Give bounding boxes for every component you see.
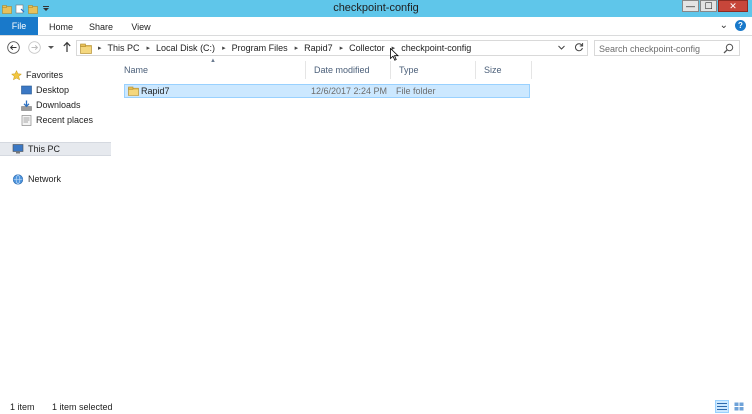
sidebar-item-network[interactable]: Network <box>12 172 123 186</box>
column-header-date-modified[interactable]: Date modified <box>306 61 391 79</box>
breadcrumb-separator[interactable]: ▸ <box>295 44 299 52</box>
forward-arrow-icon <box>27 40 41 54</box>
maximize-button[interactable]: ☐ <box>700 0 717 12</box>
address-bar-controls <box>557 42 584 52</box>
tab-share[interactable]: Share <box>84 19 118 35</box>
column-header-label: Name <box>124 65 149 75</box>
file-type: File folder <box>396 86 436 96</box>
breadcrumb-checkpoint-config[interactable]: checkpoint-config <box>401 43 471 53</box>
sidebar-item-label: Desktop <box>36 85 70 95</box>
view-switcher <box>715 400 746 413</box>
file-list: Name ▲ Date modified Type Size Rapid7 12… <box>116 58 752 400</box>
search-icon[interactable] <box>723 43 734 54</box>
close-button[interactable]: ✕ <box>718 0 748 12</box>
breadcrumb-program-files[interactable]: Program Files <box>232 43 288 53</box>
breadcrumb-this-pc[interactable]: This PC <box>108 43 140 53</box>
breadcrumb-local-disk[interactable]: Local Disk (C:) <box>156 43 215 53</box>
breadcrumb-rapid7[interactable]: Rapid7 <box>304 43 333 53</box>
details-view-button[interactable] <box>715 400 729 413</box>
item-count: 1 item <box>10 402 35 412</box>
sidebar-item-recent-places[interactable]: Recent places <box>20 113 131 127</box>
folder-icon <box>128 86 139 96</box>
details-view-icon <box>717 403 727 410</box>
title-bar: checkpoint-config — ☐ ✕ <box>0 0 752 17</box>
forward-button[interactable] <box>27 40 41 54</box>
column-header-label: Date modified <box>314 65 370 75</box>
up-arrow-icon <box>63 41 71 52</box>
ribbon: File Home Share View ⌄ ? <box>0 17 752 36</box>
breadcrumb-separator[interactable]: ▸ <box>340 44 344 52</box>
window-title: checkpoint-config <box>333 2 419 14</box>
breadcrumb-separator[interactable]: ▸ <box>222 44 226 52</box>
star-icon <box>10 69 22 81</box>
window-controls: — ☐ ✕ <box>682 0 748 13</box>
sidebar-item-desktop[interactable]: Desktop <box>20 83 131 97</box>
sidebar-item-this-pc[interactable]: This PC <box>0 142 111 156</box>
back-arrow-icon <box>6 40 20 54</box>
column-header-label: Type <box>399 65 419 75</box>
breadcrumb-separator[interactable]: ▸ <box>98 44 102 52</box>
sidebar-item-label: Recent places <box>36 115 94 125</box>
column-header-type[interactable]: Type <box>391 61 476 79</box>
search-box[interactable] <box>594 40 740 56</box>
refresh-icon[interactable] <box>574 42 584 52</box>
downloads-icon <box>20 99 32 111</box>
sidebar-item-label: Network <box>28 174 62 184</box>
large-icons-view-button[interactable] <box>732 400 746 413</box>
large-icons-view-icon <box>734 402 744 411</box>
sort-ascending-icon: ▲ <box>210 58 216 64</box>
folder-icon <box>80 43 92 54</box>
breadcrumb-separator[interactable]: ▸ <box>147 44 151 52</box>
ribbon-right-controls: ⌄ ? <box>720 20 746 31</box>
breadcrumb-collector[interactable]: Collector <box>349 43 385 53</box>
address-bar[interactable]: ▸ This PC ▸ Local Disk (C:) ▸ Program Fi… <box>76 40 588 56</box>
network-icon <box>12 173 24 185</box>
status-bar: 1 item 1 item selected <box>0 400 752 414</box>
recent-locations-button[interactable] <box>44 40 58 54</box>
chevron-down-icon[interactable] <box>557 43 566 52</box>
sidebar-item-label: This PC <box>28 144 61 154</box>
selected-count: 1 item selected <box>52 402 113 412</box>
computer-icon <box>12 143 24 155</box>
chevron-down-icon <box>48 46 54 49</box>
tab-home[interactable]: Home <box>44 19 78 35</box>
recent-places-icon <box>20 114 32 126</box>
file-date-modified: 12/6/2017 2:24 PM <box>311 86 388 96</box>
column-header-label: Size <box>484 65 502 75</box>
search-input[interactable] <box>599 43 719 54</box>
minimize-button[interactable]: — <box>682 0 699 12</box>
sidebar-item-downloads[interactable]: Downloads <box>20 98 131 112</box>
expand-ribbon-button[interactable]: ⌄ <box>720 20 728 31</box>
tab-view[interactable]: View <box>124 19 158 35</box>
table-row[interactable]: Rapid7 12/6/2017 2:24 PM File folder <box>124 84 530 98</box>
sidebar-item-favorites[interactable]: Favorites <box>10 68 121 82</box>
navigation-pane: Favorites Desktop Downloads Recent place… <box>0 58 112 400</box>
mouse-cursor-icon <box>390 48 399 61</box>
sidebar-item-label: Favorites <box>26 70 64 80</box>
help-icon[interactable]: ? <box>735 20 746 31</box>
back-button[interactable] <box>6 40 20 54</box>
file-name: Rapid7 <box>141 86 170 96</box>
up-button[interactable] <box>60 40 74 54</box>
column-header-size[interactable]: Size <box>476 61 532 79</box>
address-row: ▸ This PC ▸ Local Disk (C:) ▸ Program Fi… <box>0 36 752 58</box>
sidebar-item-label: Downloads <box>36 100 81 110</box>
tab-file[interactable]: File <box>0 17 38 35</box>
desktop-icon <box>20 84 32 96</box>
